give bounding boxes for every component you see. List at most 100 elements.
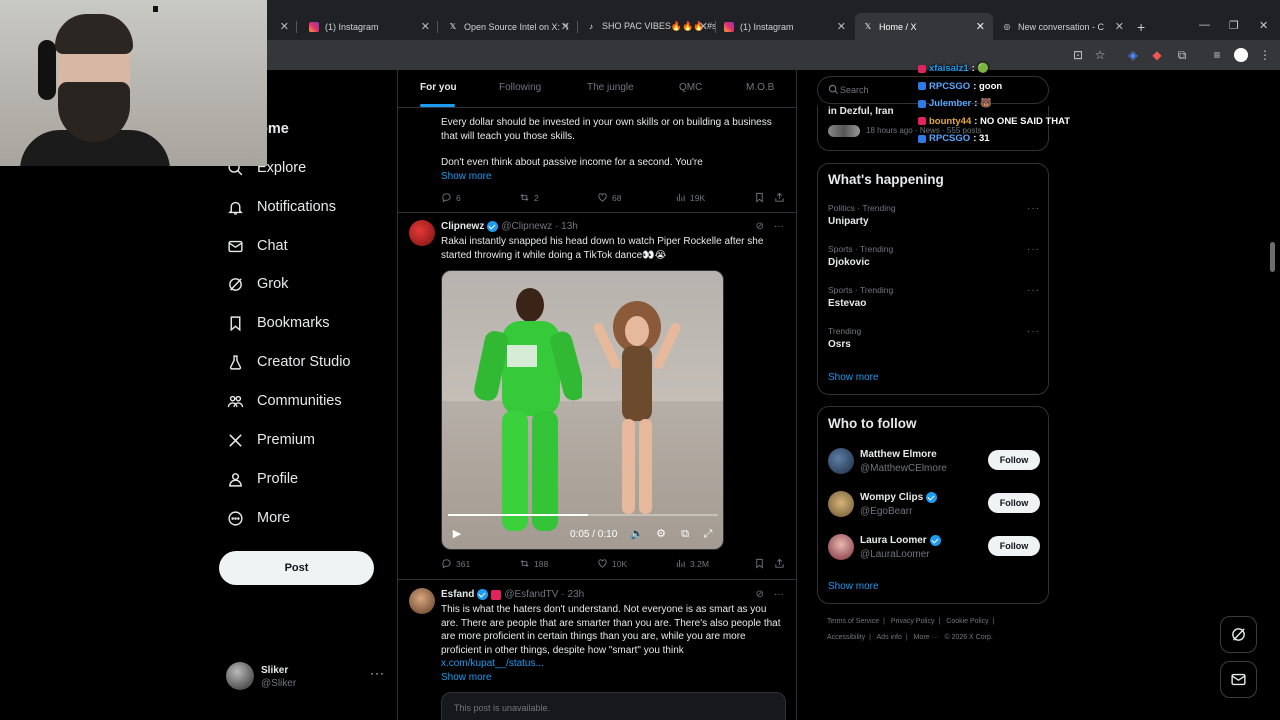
- post-time[interactable]: · 23h: [561, 589, 584, 600]
- share-button[interactable]: [774, 558, 789, 569]
- volume-icon[interactable]: 🔈: [630, 527, 644, 541]
- trend-item[interactable]: Sports · Trending Djokovic ···: [828, 244, 1040, 268]
- close-tab-icon[interactable]: ✕: [421, 20, 430, 33]
- video-progress-bar[interactable]: [448, 514, 718, 516]
- footer-link[interactable]: Privacy Policy: [891, 618, 935, 625]
- views-button[interactable]: 3.2M: [675, 558, 709, 569]
- browser-tab[interactable]: ◎ New conversation - C ✕: [994, 13, 1132, 40]
- nav-premium[interactable]: Premium: [226, 427, 315, 453]
- close-window-icon[interactable]: ✕: [1259, 19, 1268, 32]
- new-tab-icon[interactable]: +: [1137, 19, 1145, 35]
- grok-icon[interactable]: ⊘: [756, 589, 764, 600]
- extensions-puzzle-icon[interactable]: ⧉: [1175, 48, 1189, 62]
- profile-avatar-icon[interactable]: [1234, 48, 1248, 62]
- scrollbar[interactable]: [1270, 242, 1275, 272]
- follow-suggestion[interactable]: Wompy Clips @EgoBearr Follow: [828, 491, 1040, 521]
- views-button[interactable]: 19K: [675, 192, 705, 203]
- trend-item[interactable]: Trending Osrs ···: [828, 326, 1040, 350]
- footer-link[interactable]: Ads info: [877, 634, 902, 641]
- reply-button[interactable]: 6: [441, 192, 461, 203]
- like-button[interactable]: 68: [597, 192, 621, 203]
- browser-tab[interactable]: 𝕏 Open Source Intel on X: "I ✕: [440, 13, 578, 40]
- browser-tab[interactable]: ♪ SHO PAC VIBES🔥🔥🔥 #s ✕: [578, 13, 716, 40]
- media-control-icon[interactable]: ≡: [1210, 48, 1224, 62]
- nav-communities[interactable]: Communities: [226, 388, 342, 414]
- quoted-post[interactable]: This post is unavailable.: [441, 692, 786, 720]
- account-switcher[interactable]: Sliker @Sliker ···: [226, 662, 386, 692]
- footer-link[interactable]: Cookie Policy: [946, 618, 988, 625]
- extension-icon[interactable]: ◈: [1126, 48, 1140, 62]
- browser-menu-icon[interactable]: ⋮: [1258, 48, 1272, 62]
- close-tab-icon[interactable]: ✕: [280, 20, 289, 33]
- nav-bookmarks[interactable]: Bookmarks: [226, 310, 330, 336]
- play-icon[interactable]: ▶: [450, 527, 464, 541]
- nav-more[interactable]: More: [226, 505, 290, 531]
- grok-icon[interactable]: ⊘: [756, 221, 764, 232]
- more-dots-icon[interactable]: ···: [774, 589, 784, 600]
- bookmark-button[interactable]: [754, 558, 769, 569]
- more-dots-icon[interactable]: ···: [774, 221, 784, 232]
- tab-following[interactable]: Following: [499, 82, 541, 93]
- restore-icon[interactable]: ❐: [1229, 19, 1239, 32]
- avatar[interactable]: [409, 588, 435, 614]
- post-time[interactable]: · 13h: [555, 221, 578, 232]
- share-button[interactable]: [774, 192, 789, 203]
- more-dots-icon[interactable]: ···: [1027, 244, 1040, 255]
- show-more-link[interactable]: Show more: [441, 171, 492, 182]
- tab-the-jungle[interactable]: The jungle: [587, 82, 634, 93]
- close-tab-icon[interactable]: ✕: [699, 20, 708, 33]
- footer-link[interactable]: More ···: [914, 634, 939, 641]
- avatar[interactable]: [409, 220, 435, 246]
- post-link[interactable]: x.com/kupat__/status...: [441, 658, 544, 669]
- extension-icon[interactable]: ◆: [1150, 48, 1164, 62]
- show-more-link[interactable]: Show more: [828, 581, 879, 592]
- like-button[interactable]: 10K: [597, 558, 627, 569]
- trend-item[interactable]: Sports · Trending Estevao ···: [828, 285, 1040, 309]
- show-more-link[interactable]: Show more: [828, 372, 879, 383]
- pip-icon[interactable]: ⧉: [678, 527, 692, 541]
- nav-creator-studio[interactable]: Creator Studio: [226, 349, 351, 375]
- nav-notifications[interactable]: Notifications: [226, 194, 336, 220]
- browser-tab[interactable]: (1) Instagram ✕: [716, 13, 854, 40]
- settings-icon[interactable]: ⚙: [654, 527, 668, 541]
- post-button[interactable]: Post: [219, 551, 374, 585]
- nav-grok[interactable]: Grok: [226, 271, 288, 297]
- close-tab-icon[interactable]: ✕: [976, 20, 985, 33]
- footer-link[interactable]: Accessibility: [827, 634, 865, 641]
- follow-button[interactable]: Follow: [988, 536, 1040, 556]
- follow-button[interactable]: Follow: [988, 493, 1040, 513]
- follow-suggestion[interactable]: Matthew Elmore @MatthewCElmore Follow: [828, 448, 1040, 478]
- footer-link[interactable]: Terms of Service: [827, 618, 879, 625]
- more-dots-icon[interactable]: ···: [1027, 326, 1040, 337]
- video-player[interactable]: ▶ 0:05 / 0:10 🔈 ⚙ ⧉ ⤢: [441, 270, 724, 550]
- browser-tab[interactable]: (1) Instagram ✕: [301, 13, 438, 40]
- tab-mob[interactable]: M.O.B: [746, 82, 774, 93]
- follow-suggestion[interactable]: Laura Loomer @LauraLoomer Follow: [828, 534, 1040, 564]
- grok-fab[interactable]: [1220, 616, 1257, 653]
- nav-profile[interactable]: Profile: [226, 466, 298, 492]
- close-tab-icon[interactable]: ✕: [837, 20, 846, 33]
- browser-tab-active[interactable]: 𝕏 Home / X ✕: [855, 13, 993, 40]
- tab-for-you[interactable]: For you: [420, 82, 457, 93]
- nav-chat[interactable]: Chat: [226, 233, 288, 259]
- trend-item[interactable]: Politics · Trending Uniparty ···: [828, 203, 1040, 227]
- tab-qmc[interactable]: QMC: [679, 82, 702, 93]
- minimize-icon[interactable]: —: [1199, 19, 1210, 31]
- repost-button[interactable]: 188: [519, 558, 548, 569]
- follow-button[interactable]: Follow: [988, 450, 1040, 470]
- author-name[interactable]: Clipnewz: [441, 221, 484, 232]
- more-dots-icon[interactable]: ···: [1027, 203, 1040, 214]
- bookmark-button[interactable]: [754, 192, 769, 203]
- close-tab-icon[interactable]: ✕: [561, 20, 570, 33]
- author-name[interactable]: Esfand: [441, 589, 474, 600]
- fullscreen-icon[interactable]: ⤢: [701, 527, 715, 541]
- browser-tab[interactable]: ✕: [267, 13, 297, 40]
- messages-fab[interactable]: [1220, 661, 1257, 698]
- reply-button[interactable]: 361: [441, 558, 470, 569]
- author-handle[interactable]: @Clipnewz: [501, 221, 552, 232]
- author-handle[interactable]: @EsfandTV: [504, 589, 558, 600]
- more-dots-icon[interactable]: ···: [1027, 285, 1040, 296]
- repost-button[interactable]: 2: [519, 192, 539, 203]
- close-tab-icon[interactable]: ✕: [1115, 20, 1124, 33]
- show-more-link[interactable]: Show more: [441, 672, 492, 683]
